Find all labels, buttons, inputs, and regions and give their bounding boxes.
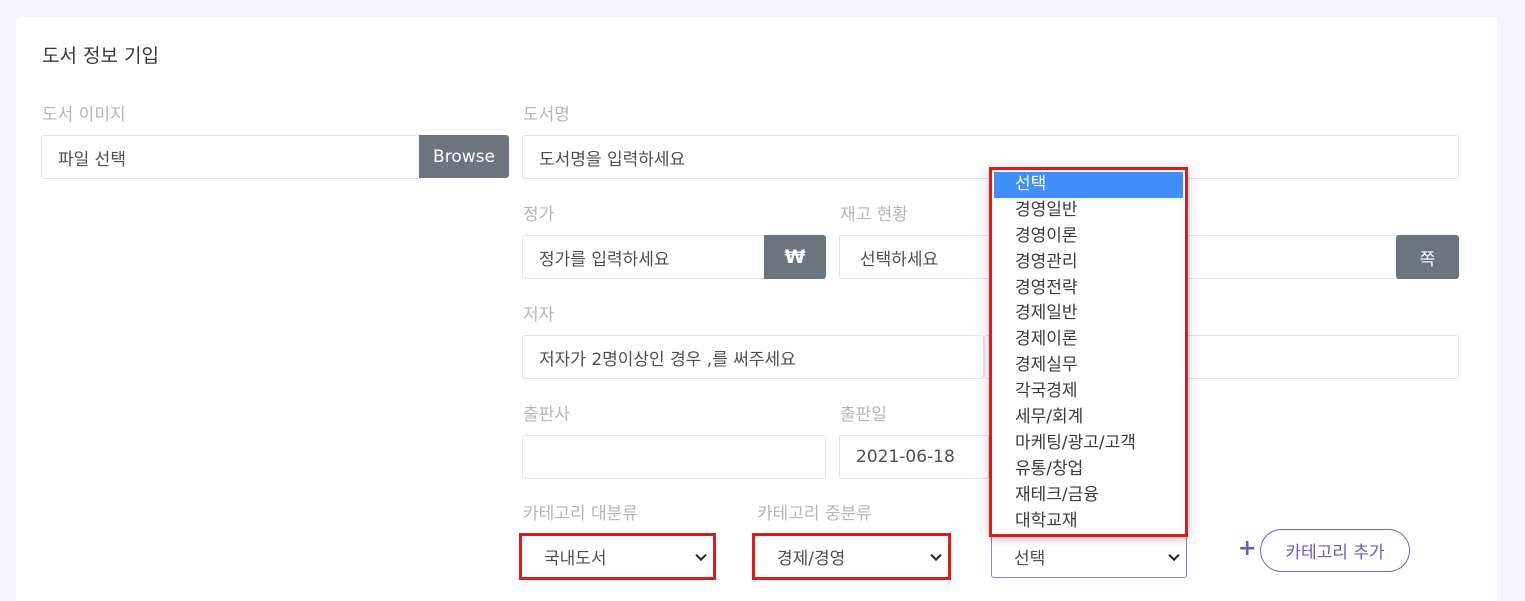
plus-icon[interactable]: + xyxy=(1238,538,1256,560)
category-major-select[interactable]: 국내도서 xyxy=(519,533,716,580)
pub-date-label: 출판일 xyxy=(840,405,887,425)
stock-label: 재고 현황 xyxy=(840,205,908,225)
dropdown-options: 선택 경영일반 경영이론 경영관리 경영전략 경제일반 경제이론 경제실무 각국경제 세무/회계 마… xyxy=(994,172,1183,534)
dropdown-option[interactable]: 경영일반 xyxy=(994,198,1183,224)
dropdown-option[interactable]: 각국경제 xyxy=(994,379,1183,405)
category-minor-select[interactable]: 선택 xyxy=(991,535,1187,578)
book-name-placeholder: 도서명을 입력하세요 xyxy=(539,149,686,170)
dropdown-option[interactable]: 마케팅/광고/고객 xyxy=(994,431,1183,457)
category-minor-value: 선택 xyxy=(1014,549,1046,569)
category-major-label: 카테고리 대분류 xyxy=(523,504,638,524)
dropdown-option[interactable]: 경제이론 xyxy=(994,327,1183,353)
author-input[interactable]: 저자가 2명이상인 경우 ,를 써주세요 xyxy=(522,335,984,379)
book-name-label: 도서명 xyxy=(523,105,570,125)
add-category-button[interactable]: 카테고리 추가 xyxy=(1260,529,1410,572)
dropdown-option[interactable]: 선택 xyxy=(994,172,1183,198)
author-placeholder: 저자가 2명이상인 경우 ,를 써주세요 xyxy=(539,349,796,370)
pages-unit: 쪽 xyxy=(1396,235,1459,279)
pub-date-value: 2021-06-18 xyxy=(856,447,955,467)
author-label: 저자 xyxy=(523,305,555,325)
dropdown-option[interactable]: 세무/회계 xyxy=(994,405,1183,431)
category-major-value: 국내도서 xyxy=(544,549,607,569)
category-middle-select[interactable]: 경제/경영 xyxy=(752,533,951,580)
pub-date-input[interactable]: 2021-06-18 xyxy=(839,435,989,479)
category-middle-label: 카테고리 중분류 xyxy=(757,504,872,524)
dropdown-option[interactable]: 재테크/금융 xyxy=(994,483,1183,509)
chevron-down-icon xyxy=(695,549,707,561)
price-label: 정가 xyxy=(523,205,555,225)
price-input[interactable]: 정가를 입력하세요 xyxy=(522,235,766,279)
stock-select-value: 선택하세요 xyxy=(860,249,939,270)
dropdown-option[interactable]: 경제일반 xyxy=(994,301,1183,327)
browse-button[interactable]: Browse xyxy=(419,135,509,178)
dropdown-option[interactable]: 경제실무 xyxy=(994,353,1183,379)
form-title: 도서 정보 기입 xyxy=(42,45,159,67)
dropdown-option[interactable]: 경영관리 xyxy=(994,250,1183,276)
won-icon: ₩ xyxy=(764,235,826,279)
chevron-down-icon xyxy=(930,549,942,561)
category-middle-value: 경제/경영 xyxy=(777,549,846,569)
category-minor-dropdown: 선택 경영일반 경영이론 경영관리 경영전략 경제일반 경제이론 경제실무 각국경제 세무/회계 마… xyxy=(989,167,1188,537)
dropdown-option[interactable]: 유통/창업 xyxy=(994,457,1183,483)
book-image-file-input[interactable]: 파일 선택 xyxy=(41,135,421,179)
dropdown-option[interactable]: 대학교재 xyxy=(994,509,1183,535)
file-input-text: 파일 선택 xyxy=(58,149,126,170)
publisher-input[interactable] xyxy=(522,435,826,479)
publisher-label: 출판사 xyxy=(523,405,570,425)
price-placeholder: 정가를 입력하세요 xyxy=(539,249,670,270)
dropdown-option[interactable]: 경영이론 xyxy=(994,224,1183,250)
chevron-down-icon xyxy=(1168,549,1180,561)
dropdown-option[interactable]: 경영전략 xyxy=(994,276,1183,302)
book-image-label: 도서 이미지 xyxy=(42,105,126,125)
